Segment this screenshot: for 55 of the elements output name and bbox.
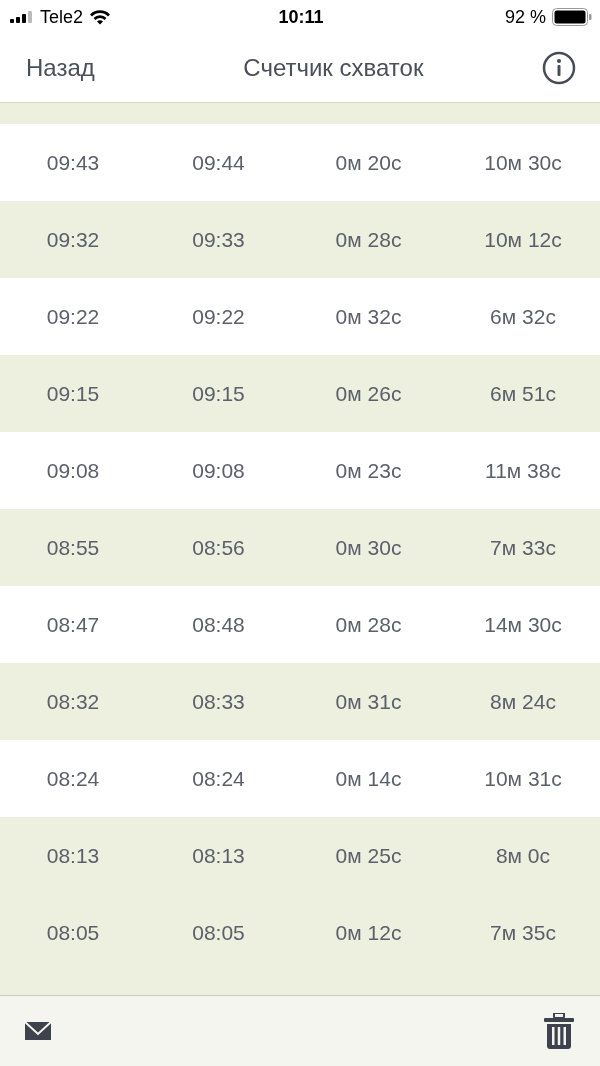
table-cell: 08:48	[192, 612, 245, 637]
table-cell: 11м 38с	[485, 458, 561, 483]
screen-title: Счетчик схваток	[243, 54, 424, 82]
table-cell: 08:32	[46, 689, 100, 714]
table-cell: 6м 32с	[490, 304, 556, 329]
table-cell: 0м 20с	[335, 150, 402, 175]
table-cell: 8м 0с	[495, 843, 551, 868]
table-cell: 09:22	[46, 304, 100, 329]
back-button[interactable]: Назад	[26, 54, 95, 82]
table-cell: 0м 12с	[335, 920, 402, 945]
table-cell: 08:55	[46, 535, 100, 560]
table-cell: 08:13	[192, 843, 245, 868]
table-cell: 0м 28с	[335, 612, 402, 637]
table-cell: 6м 51с	[490, 381, 556, 406]
clock-time: 10:11	[278, 6, 324, 28]
table-cell: 08:47	[46, 612, 100, 637]
table-cell: 10м 30с	[484, 150, 562, 175]
table-cell: 0м 31с	[335, 689, 402, 714]
wifi-icon	[89, 9, 112, 25]
table-cell: 09:15	[192, 381, 245, 406]
table-cell: 0м 25с	[335, 843, 402, 868]
table-cell: 09:44	[192, 150, 245, 175]
trash-icon[interactable]	[544, 1013, 574, 1049]
table-cell: 7м 35с	[490, 920, 556, 945]
table-cell: 08:05	[192, 920, 245, 945]
signal-icon	[10, 11, 34, 23]
table-cell: 08:05	[46, 920, 100, 945]
table-cell: 09:43	[46, 150, 100, 175]
table-cell: 08:56	[192, 535, 245, 560]
table-cell: 0м 32с	[335, 304, 402, 329]
battery-icon	[552, 8, 592, 26]
table-cell: 0м 30с	[335, 535, 402, 560]
table-cell: 0м 14с	[335, 766, 402, 791]
table-cell: 8м 24с	[490, 689, 556, 714]
table-cell: 09:08	[192, 458, 245, 483]
table-cell: 08:13	[46, 843, 100, 868]
table-cell: 14м 30с	[484, 612, 562, 637]
table-cell: 08:24	[46, 766, 100, 791]
table-cell: 0м 23с	[335, 458, 402, 483]
table-cell: 08:33	[192, 689, 245, 714]
table-cell: 09:32	[46, 227, 100, 252]
mail-icon[interactable]	[24, 1021, 52, 1041]
carrier-name: Tele2	[40, 6, 84, 28]
table-cell: 10м 31с	[484, 766, 562, 791]
table-cell: 09:08	[46, 458, 100, 483]
battery-percent: 92 %	[504, 6, 546, 28]
table-cell: 7м 33с	[490, 535, 556, 560]
table-cell: 0м 28с	[335, 227, 402, 252]
info-icon[interactable]	[542, 51, 576, 85]
table-cell: 09:33	[192, 227, 245, 252]
table-cell: 10м 12с	[484, 227, 562, 252]
table-cell: 08:24	[192, 766, 245, 791]
table-cell: 0м 26с	[335, 381, 402, 406]
table-cell: 09:15	[46, 381, 100, 406]
table-cell: 09:22	[192, 304, 245, 329]
